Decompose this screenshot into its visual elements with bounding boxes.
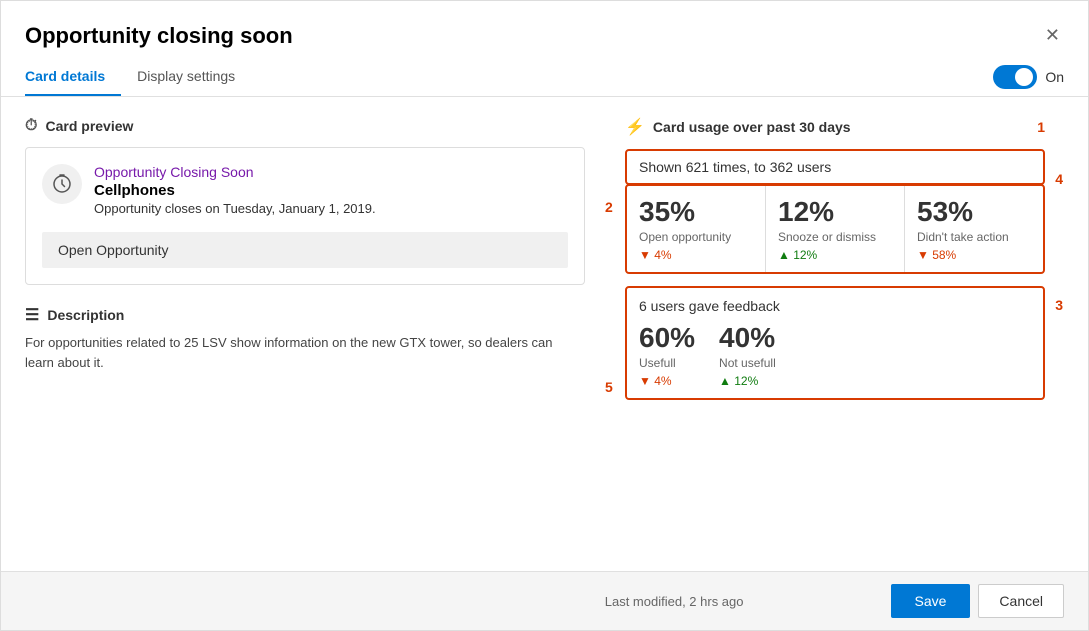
open-opportunity-button[interactable]: Open Opportunity — [42, 232, 568, 268]
feedback-not-usefull-label: Not usefull — [719, 356, 776, 370]
tab-card-details[interactable]: Card details — [25, 58, 121, 96]
stats-area: 2 4 Shown 621 times, to 362 users 35% Op… — [625, 149, 1045, 400]
shown-box: Shown 621 times, to 362 users — [625, 149, 1045, 185]
usage-icon: ⚡ — [625, 117, 645, 137]
feedback-usefull: 60% Usefull ▼ 4% — [639, 322, 695, 388]
metric-open-pct: 35% — [639, 196, 753, 228]
tabs-left: Card details Display settings — [25, 58, 251, 96]
card-title: Cellphones — [94, 182, 376, 199]
feedback-not-usefull-change: ▲ 12% — [719, 374, 776, 388]
card-opportunity-desc: Opportunity closes on Tuesday, January 1… — [94, 201, 376, 216]
right-panel: ⚡ Card usage over past 30 days 1 2 4 Sho… — [625, 117, 1045, 551]
description-label: Description — [47, 307, 124, 323]
feedback-not-usefull-pct: 40% — [719, 322, 776, 354]
dialog-title: Opportunity closing soon — [25, 23, 293, 49]
timer-icon — [52, 174, 72, 194]
save-button[interactable]: Save — [891, 584, 971, 618]
metric-open-label: Open opportunity — [639, 230, 753, 244]
card-preview-label: Card preview — [45, 118, 133, 134]
annotation-3: 3 — [1055, 297, 1063, 313]
toggle-label: On — [1045, 69, 1064, 85]
close-button[interactable]: ✕ — [1041, 21, 1064, 50]
feedback-usefull-label: Usefull — [639, 356, 695, 370]
card-subtitle-link[interactable]: Opportunity Closing Soon — [94, 164, 376, 180]
left-panel: ⏱ Card preview Opportunity Closing Soon — [25, 117, 585, 551]
description-text: For opportunities related to 25 LSV show… — [25, 333, 585, 372]
annotation-5: 5 — [605, 379, 613, 395]
metrics-row: 35% Open opportunity ▼ 4% 12% Snooze or … — [625, 184, 1045, 274]
card-preview-icon: ⏱ — [25, 117, 37, 135]
metric-no-action-label: Didn't take action — [917, 230, 1031, 244]
main-content: ⏱ Card preview Opportunity Closing Soon — [1, 97, 1088, 571]
tabs-bar: Card details Display settings On — [1, 58, 1088, 97]
cancel-button[interactable]: Cancel — [978, 584, 1064, 618]
dialog-header: Opportunity closing soon ✕ — [1, 1, 1088, 50]
annotation-4: 4 — [1055, 171, 1063, 187]
feedback-box: 6 users gave feedback 60% Usefull ▼ 4% 4… — [625, 286, 1045, 400]
usage-header: ⚡ Card usage over past 30 days 1 — [625, 117, 1045, 137]
dialog: Opportunity closing soon ✕ Card details … — [0, 0, 1089, 631]
metric-snooze-pct: 12% — [778, 196, 892, 228]
annotation-2: 2 — [605, 199, 613, 215]
footer: Last modified, 2 hrs ago Save Cancel — [1, 571, 1088, 630]
feedback-title: 6 users gave feedback — [639, 298, 1031, 314]
annotation-1: 1 — [1037, 119, 1045, 135]
card-text-area: Opportunity Closing Soon Cellphones Oppo… — [94, 164, 376, 216]
on-off-toggle[interactable] — [993, 65, 1037, 89]
feedback-usefull-pct: 60% — [639, 322, 695, 354]
feedback-metrics: 60% Usefull ▼ 4% 40% Not usefull ▲ 12% — [639, 322, 1031, 388]
description-icon: ☰ — [25, 305, 39, 325]
metric-snooze-label: Snooze or dismiss — [778, 230, 892, 244]
metric-snooze: 12% Snooze or dismiss ▲ 12% — [766, 186, 905, 272]
metric-open: 35% Open opportunity ▼ 4% — [627, 186, 766, 272]
usage-title: Card usage over past 30 days — [653, 119, 851, 135]
card-inner: Opportunity Closing Soon Cellphones Oppo… — [42, 164, 568, 216]
shown-text: Shown 621 times, to 362 users — [639, 159, 831, 175]
description-section: ☰ Description For opportunities related … — [25, 305, 585, 372]
metric-snooze-change: ▲ 12% — [778, 248, 892, 262]
metric-open-change: ▼ 4% — [639, 248, 753, 262]
description-title: ☰ Description — [25, 305, 585, 325]
card-preview-title: ⏱ Card preview — [25, 117, 585, 135]
card-preview-box: Opportunity Closing Soon Cellphones Oppo… — [25, 147, 585, 285]
metric-no-action-pct: 53% — [917, 196, 1031, 228]
card-icon-circle — [42, 164, 82, 204]
tab-display-settings[interactable]: Display settings — [121, 58, 251, 96]
metric-no-action: 53% Didn't take action ▼ 58% — [905, 186, 1043, 272]
footer-buttons: Save Cancel — [891, 584, 1065, 618]
feedback-usefull-change: ▼ 4% — [639, 374, 695, 388]
toggle-area: On — [993, 65, 1064, 89]
feedback-not-usefull: 40% Not usefull ▲ 12% — [719, 322, 776, 388]
footer-timestamp: Last modified, 2 hrs ago — [458, 594, 891, 609]
metric-no-action-change: ▼ 58% — [917, 248, 1031, 262]
